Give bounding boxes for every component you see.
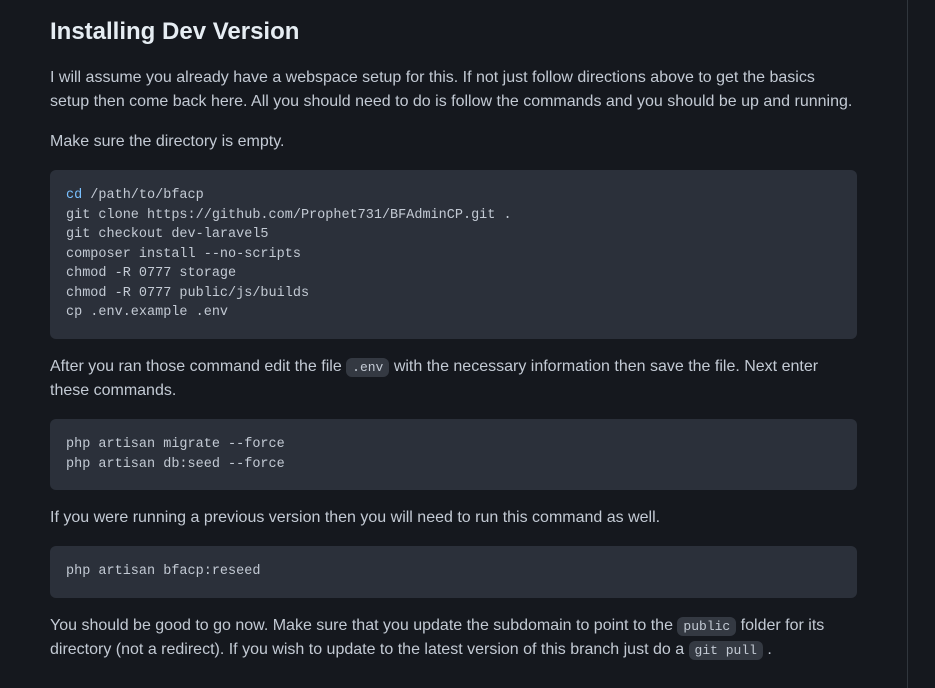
previous-version-paragraph: If you were running a previous version t… (50, 506, 857, 530)
code-block-install: cd /path/to/bfacp git clone https://gith… (50, 170, 857, 339)
code-block-reseed: php artisan bfacp:reseed (50, 546, 857, 598)
inline-code-env: .env (346, 358, 389, 377)
final-paragraph: You should be good to go now. Make sure … (50, 614, 857, 662)
inline-code-public: public (677, 617, 736, 636)
edit-env-paragraph: After you ran those command edit the fil… (50, 355, 857, 403)
inline-code-gitpull: git pull (689, 641, 763, 660)
empty-dir-paragraph: Make sure the directory is empty. (50, 130, 857, 154)
document-content: Installing Dev Version I will assume you… (0, 0, 908, 688)
text-segment: After you ran those command edit the fil… (50, 358, 346, 375)
code-block-migrate: php artisan migrate --force php artisan … (50, 419, 857, 490)
intro-paragraph: I will assume you already have a webspac… (50, 66, 857, 114)
code-text: /path/to/bfacp git clone https://github.… (66, 188, 512, 320)
code-keyword: cd (66, 188, 82, 203)
text-segment: . (763, 641, 772, 658)
section-heading: Installing Dev Version (50, 14, 857, 50)
text-segment: You should be good to go now. Make sure … (50, 617, 677, 634)
